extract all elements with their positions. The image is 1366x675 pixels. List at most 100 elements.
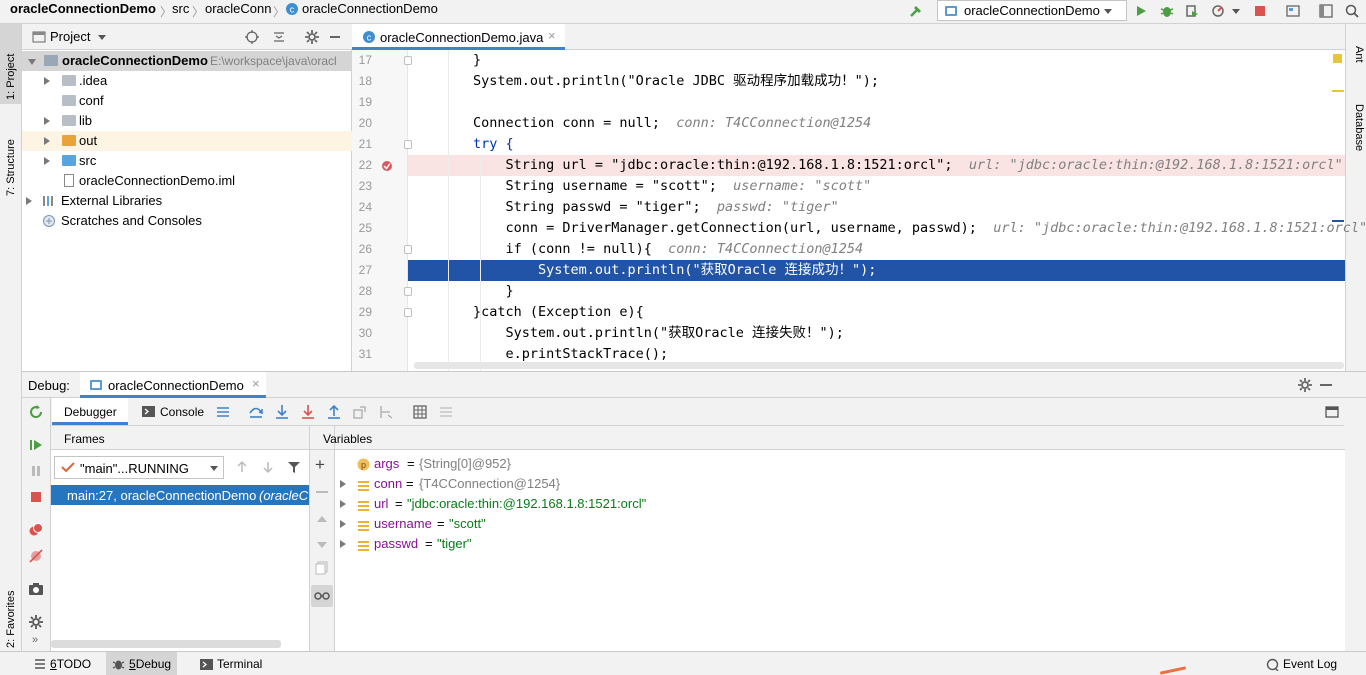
- code-line[interactable]: System.out.println("Oracle JDBC 驱动程序加载成功…: [408, 71, 1345, 92]
- watches-toggle-button[interactable]: [311, 585, 333, 607]
- variable-row-args[interactable]: p args = {String[0]@952}: [335, 454, 1345, 474]
- code-line[interactable]: Connection conn = null; conn: T4CConnect…: [408, 113, 1345, 134]
- code-line[interactable]: conn = DriverManager.getConnection(url, …: [408, 218, 1366, 239]
- tree-item-out[interactable]: out: [22, 131, 352, 151]
- chevron-right-icon[interactable]: [44, 117, 50, 125]
- chevron-right-icon[interactable]: [44, 137, 50, 145]
- menu-lines-icon[interactable]: [216, 405, 230, 422]
- code-line[interactable]: [408, 92, 1345, 113]
- tree-item-module[interactable]: oracleConnectionDemo E:\workspace\java\o…: [22, 51, 352, 71]
- chevron-right-icon[interactable]: [340, 480, 346, 488]
- gear-icon[interactable]: [28, 614, 44, 633]
- tab-database[interactable]: Database: [1349, 104, 1365, 184]
- variable-row-conn[interactable]: conn = {T4CConnection@1254}: [335, 474, 1345, 494]
- event-log-button[interactable]: Event Log: [1260, 652, 1343, 675]
- trace-stream-icon[interactable]: [438, 404, 454, 423]
- horizontal-scrollbar[interactable]: [414, 362, 1344, 369]
- restore-layout-icon[interactable]: [1324, 404, 1340, 423]
- run-icon[interactable]: [1131, 1, 1151, 21]
- code-line[interactable]: try {: [408, 134, 1345, 155]
- run-to-cursor-icon[interactable]: [378, 404, 394, 423]
- close-icon[interactable]: ×: [548, 28, 556, 43]
- tree-item-idea[interactable]: .idea: [22, 71, 352, 91]
- profile-icon[interactable]: [1208, 1, 1228, 21]
- build-hammer-icon[interactable]: [906, 1, 926, 21]
- debug-bug-icon[interactable]: [1157, 1, 1177, 21]
- copy-icon[interactable]: [315, 561, 329, 578]
- chevron-right-icon[interactable]: [26, 197, 32, 205]
- move-up-icon[interactable]: [316, 512, 328, 527]
- step-over-icon[interactable]: [248, 404, 264, 423]
- hide-panel-icon[interactable]: [1320, 384, 1332, 386]
- tree-item-conf[interactable]: conf: [22, 91, 352, 111]
- project-structure-icon[interactable]: [1283, 1, 1303, 21]
- breakpoint-icon[interactable]: [381, 160, 393, 175]
- tab-terminal[interactable]: Terminal: [194, 652, 268, 675]
- chevron-down-icon[interactable]: [28, 59, 36, 65]
- code-line[interactable]: }: [408, 50, 1345, 71]
- tab-ant[interactable]: Ant: [1349, 46, 1365, 86]
- arrow-up-icon[interactable]: [235, 460, 249, 477]
- warning-marker-icon[interactable]: [1333, 54, 1342, 63]
- step-into-icon[interactable]: [274, 404, 290, 423]
- project-panel-title[interactable]: Project: [50, 29, 90, 44]
- mute-breakpoints-icon[interactable]: [28, 548, 44, 567]
- chevron-right-icon[interactable]: [340, 520, 346, 528]
- variable-row-passwd[interactable]: passwd = "tiger": [335, 534, 1345, 554]
- more-actions-icon[interactable]: »: [32, 634, 38, 646]
- variable-row-username[interactable]: username = "scott": [335, 514, 1345, 534]
- code-line[interactable]: if (conn != null){ conn: T4CConnection@1…: [408, 239, 1345, 260]
- chevron-right-icon[interactable]: [340, 540, 346, 548]
- editor-tab-active[interactable]: c oracleConnectionDemo.java ×: [352, 24, 565, 50]
- more-run-options-chevron-icon[interactable]: [1232, 9, 1240, 14]
- tree-item-src[interactable]: src: [22, 151, 352, 171]
- coverage-icon[interactable]: [1182, 1, 1202, 21]
- gear-icon[interactable]: [1297, 377, 1313, 396]
- code-line[interactable]: String passwd = "tiger"; passwd: "tiger": [408, 197, 1345, 218]
- camera-icon[interactable]: [28, 581, 44, 600]
- code-line[interactable]: String url = "jdbc:oracle:thin:@192.168.…: [408, 155, 1345, 176]
- step-out-icon[interactable]: [326, 404, 342, 423]
- chevron-down-icon[interactable]: [98, 35, 106, 40]
- variable-row-url[interactable]: url = "jdbc:oracle:thin:@192.168.1.8:152…: [335, 494, 1345, 514]
- locate-file-icon[interactable]: [244, 29, 260, 48]
- code-line[interactable]: System.out.println("获取Oracle 连接失败！");: [408, 323, 1345, 344]
- search-icon[interactable]: [1342, 1, 1362, 21]
- close-icon[interactable]: ×: [252, 376, 260, 391]
- collapse-all-icon[interactable]: [271, 29, 287, 48]
- debug-session-tab[interactable]: oracleConnectionDemo ×: [80, 372, 266, 398]
- filter-icon[interactable]: [287, 460, 301, 477]
- breadcrumb-file[interactable]: oracleConnectionDemo: [302, 0, 438, 24]
- evaluate-expression-icon[interactable]: [412, 404, 428, 423]
- rerun-icon[interactable]: [28, 404, 44, 423]
- frame-item-selected[interactable]: main:27, oracleConnectionDemo (oracleC: [51, 485, 309, 505]
- run-configuration-select[interactable]: oracleConnectionDemo: [937, 0, 1127, 21]
- tab-debug[interactable]: 5 Debug: [106, 652, 178, 675]
- resume-icon[interactable]: [28, 437, 44, 456]
- drop-frame-icon[interactable]: [352, 404, 368, 423]
- tab-todo[interactable]: 6 TODO: [28, 652, 97, 675]
- horizontal-scrollbar[interactable]: [51, 640, 281, 648]
- tree-item-external-libraries[interactable]: External Libraries: [22, 191, 352, 211]
- move-down-icon[interactable]: [316, 538, 328, 553]
- stop-icon[interactable]: [28, 489, 44, 508]
- tab-project[interactable]: 1: Project: [3, 30, 19, 100]
- tab-console[interactable]: Console: [138, 398, 210, 425]
- hide-panel-icon[interactable]: [330, 36, 340, 38]
- tree-item-iml[interactable]: oracleConnectionDemo.iml: [22, 171, 352, 191]
- breadcrumb-src[interactable]: src: [172, 0, 189, 24]
- tab-structure[interactable]: 7: Structure: [3, 116, 19, 196]
- arrow-down-icon[interactable]: [261, 460, 275, 477]
- execution-stripe[interactable]: [1332, 220, 1344, 222]
- tree-item-lib[interactable]: lib: [22, 111, 352, 131]
- chevron-right-icon[interactable]: [44, 157, 50, 165]
- code-line[interactable]: }catch (Exception e){: [408, 302, 1345, 323]
- tab-favorites[interactable]: 2: Favorites: [3, 558, 19, 648]
- gear-icon[interactable]: [304, 29, 320, 48]
- layout-icon[interactable]: [1316, 1, 1336, 21]
- tab-debugger[interactable]: Debugger: [52, 398, 128, 425]
- code-line[interactable]: }: [408, 281, 1345, 302]
- chevron-right-icon[interactable]: [44, 77, 50, 85]
- view-breakpoints-icon[interactable]: [28, 522, 44, 541]
- code-line-current[interactable]: System.out.println("获取Oracle 连接成功！");: [408, 260, 1345, 281]
